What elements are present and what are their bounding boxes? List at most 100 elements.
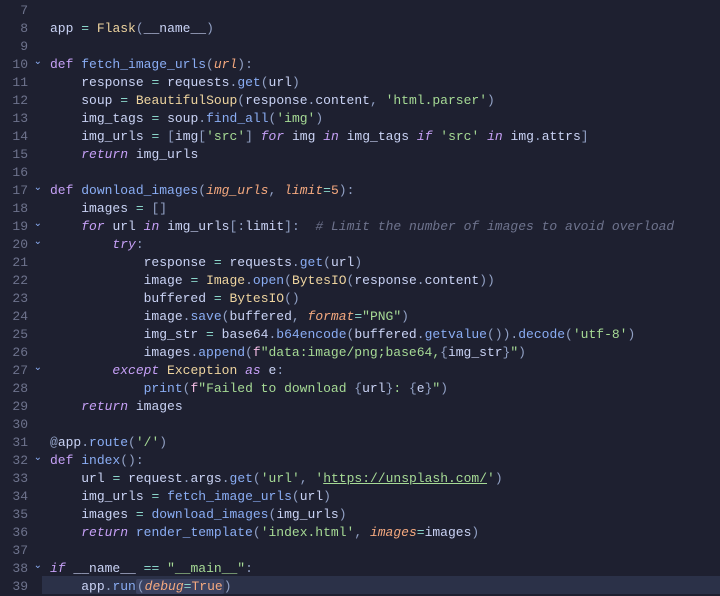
code-line[interactable]: buffered = BytesIO(): [50, 290, 720, 308]
indent: [50, 363, 112, 378]
token-id: img_str: [144, 327, 199, 342]
token-id: app: [58, 435, 81, 450]
token-s: ': [487, 471, 495, 486]
token-p: .: [417, 273, 425, 288]
code-line[interactable]: return render_template('index.html', ima…: [50, 524, 720, 542]
line-number: 26: [0, 344, 40, 362]
fold-chevron-icon[interactable]: ⌄: [32, 454, 42, 464]
code-line[interactable]: def fetch_image_urls(url):: [50, 56, 720, 74]
token-mg: f: [253, 345, 261, 360]
token-op: =: [184, 579, 192, 594]
indent: [50, 129, 81, 144]
token-pa: url: [214, 57, 237, 72]
indent: [50, 237, 112, 252]
code-line[interactable]: images.append(f"data:image/png;base64,{i…: [50, 344, 720, 362]
token-s: 'html.parser': [386, 93, 487, 108]
token-id: soup: [167, 111, 198, 126]
token-ki: for: [261, 129, 284, 144]
indent: [50, 507, 81, 522]
code-line[interactable]: images = []: [50, 200, 720, 218]
token-p: :: [136, 237, 144, 252]
token-pr: args: [190, 471, 221, 486]
token-p: (: [245, 345, 253, 360]
token-id: img: [511, 129, 534, 144]
code-area[interactable]: app = Flask(__name__)def fetch_image_url…: [42, 0, 720, 540]
token-p: :: [245, 561, 253, 576]
code-line[interactable]: response = requests.get(url): [50, 74, 720, 92]
code-line[interactable]: [50, 38, 720, 56]
token-id: img_urls: [276, 507, 338, 522]
token-p: (: [292, 489, 300, 504]
token-p: :: [245, 57, 253, 72]
token-op: =: [120, 93, 128, 108]
token-id: [206, 255, 214, 270]
token-id: img: [292, 129, 315, 144]
token-id: [206, 291, 214, 306]
token-p: ,: [370, 93, 378, 108]
token-id: soup: [81, 93, 112, 108]
code-line[interactable]: [50, 2, 720, 20]
code-line[interactable]: img_str = base64.b64encode(buffered.getv…: [50, 326, 720, 344]
token-p: (: [128, 435, 136, 450]
token-id: images: [136, 399, 183, 414]
code-line[interactable]: [50, 416, 720, 434]
token-p: (: [487, 327, 495, 342]
fold-chevron-icon[interactable]: ⌄: [32, 220, 42, 230]
code-line[interactable]: for url in img_urls[:limit]: # Limit the…: [50, 218, 720, 236]
token-p: ,: [354, 525, 362, 540]
code-line[interactable]: app = Flask(__name__): [50, 20, 720, 38]
token-cm: # Limit the number of images to avoid ov…: [315, 219, 674, 234]
code-line[interactable]: soup = BeautifulSoup(response.content, '…: [50, 92, 720, 110]
code-line[interactable]: try:: [50, 236, 720, 254]
code-line[interactable]: return img_urls: [50, 146, 720, 164]
line-number: 13: [0, 110, 40, 128]
code-line[interactable]: image.save(buffered, format="PNG"): [50, 308, 720, 326]
token-s: 'url': [261, 471, 300, 486]
fold-chevron-icon[interactable]: ⌄: [32, 184, 42, 194]
code-line[interactable]: print(f"Failed to download {url}: {e}"): [50, 380, 720, 398]
code-line[interactable]: img_tags = soup.find_all('img'): [50, 110, 720, 128]
fold-chevron-icon[interactable]: ⌄: [32, 562, 42, 572]
fold-chevron-icon[interactable]: ⌄: [32, 364, 42, 374]
code-line[interactable]: response = requests.get(url): [50, 254, 720, 272]
code-line[interactable]: except Exception as e:: [50, 362, 720, 380]
token-p: ): [495, 471, 503, 486]
fold-chevron-icon[interactable]: ⌄: [32, 58, 42, 68]
token-s: 'src': [440, 129, 479, 144]
code-line[interactable]: img_urls = fetch_image_urls(url): [50, 488, 720, 506]
code-line[interactable]: def index():: [50, 452, 720, 470]
token-id: [159, 129, 167, 144]
token-p: ): [518, 345, 526, 360]
token-p: ]: [245, 129, 253, 144]
token-id: [128, 525, 136, 540]
code-line[interactable]: return images: [50, 398, 720, 416]
token-id: [339, 129, 347, 144]
token-id: response: [144, 255, 206, 270]
code-line[interactable]: image = Image.open(BytesIO(response.cont…: [50, 272, 720, 290]
token-bf: getvalue: [425, 327, 487, 342]
token-cl: Image: [206, 273, 245, 288]
token-s: "__main__": [167, 561, 245, 576]
token-p: ): [354, 255, 362, 270]
token-p: ): [128, 453, 136, 468]
token-pr: content: [315, 93, 370, 108]
token-p: (: [261, 75, 269, 90]
token-p: (: [237, 93, 245, 108]
token-id: [261, 363, 269, 378]
code-line[interactable]: images = download_images(img_urls): [50, 506, 720, 524]
indent: [50, 327, 144, 342]
token-id: [159, 219, 167, 234]
code-editor[interactable]: 78910⌄11121314151617⌄1819⌄20⌄21222324252…: [0, 0, 720, 540]
fold-chevron-icon[interactable]: ⌄: [32, 238, 42, 248]
code-line[interactable]: url = request.args.get('url', 'https://u…: [50, 470, 720, 488]
code-line[interactable]: [50, 542, 720, 560]
code-line[interactable]: @app.route('/'): [50, 434, 720, 452]
token-co: True: [191, 579, 222, 594]
token-id: url: [112, 219, 135, 234]
line-number: 34: [0, 488, 40, 506]
code-line[interactable]: img_urls = [img['src'] for img in img_ta…: [50, 128, 720, 146]
code-line[interactable]: def download_images(img_urls, limit=5):: [50, 182, 720, 200]
token-p: ,: [292, 309, 300, 324]
code-line[interactable]: [50, 164, 720, 182]
token-s: 'utf-8': [573, 327, 628, 342]
